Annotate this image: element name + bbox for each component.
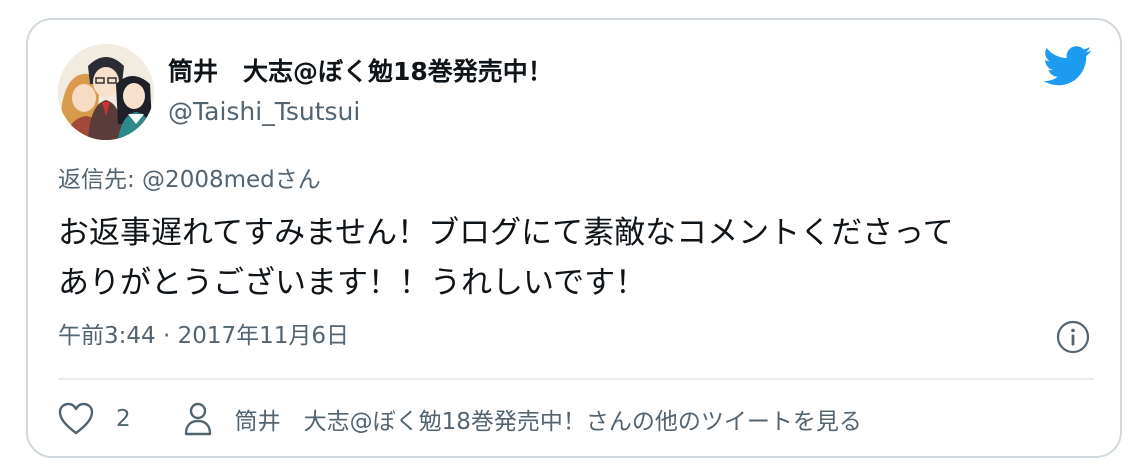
tweet-text: お返事遅れてすみません！ブログにて素敵なコメントくださって ありがとうございます… (58, 208, 1098, 308)
more-tweets-link[interactable]: 筒井 大志@ぼく勉18巻発売中！さんの他のツイートを見る (235, 402, 862, 436)
tweet-card[interactable]: 筒井 大志@ぼく勉18巻発売中！ @Taishi_Tsutsui 返信先: @2… (26, 18, 1122, 458)
reply-to[interactable]: 返信先: @2008medさん (58, 164, 321, 196)
like-count[interactable]: 2 (116, 406, 131, 432)
heart-icon[interactable] (58, 402, 94, 436)
tweet-text-line: ありがとうございます！！うれしいです！ (58, 265, 647, 301)
tweet-text-line: お返事遅れてすみません！ブログにて素敵なコメントくださって (58, 215, 954, 251)
info-icon[interactable] (1056, 320, 1090, 354)
divider (58, 378, 1094, 380)
avatar-illustration (58, 44, 154, 140)
twitter-bird-icon[interactable] (1044, 46, 1092, 86)
action-bar: 2 筒井 大志@ぼく勉18巻発売中！さんの他のツイートを見る (58, 396, 862, 442)
timestamp[interactable]: 午前3:44 · 2017年11月6日 (58, 320, 349, 352)
author-name[interactable]: 筒井 大志@ぼく勉18巻発売中！ (168, 56, 553, 88)
person-icon[interactable] (183, 402, 213, 436)
avatar[interactable] (58, 44, 154, 140)
author-handle[interactable]: @Taishi_Tsutsui (168, 96, 360, 128)
